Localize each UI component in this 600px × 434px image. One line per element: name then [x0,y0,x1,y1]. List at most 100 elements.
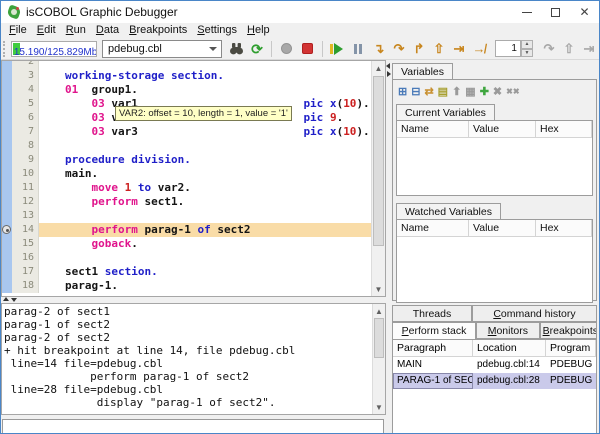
breakpoint-margin[interactable] [2,61,12,69]
code-line-14[interactable]: 14 perform parag-1 of sect2 [2,223,371,237]
menu-run[interactable]: Run [61,23,91,38]
column-header-value[interactable]: Value [469,220,536,237]
console-scrollbar-thumb[interactable] [374,318,384,358]
stop-button[interactable] [298,40,317,58]
toolbar-grip[interactable] [3,41,7,57]
table-cell[interactable]: PDEBUG [546,357,596,373]
skip-statement-icon[interactable]: ↛ [469,40,489,58]
menu-breakpoints[interactable]: Breakpoints [124,23,192,38]
code-line-3[interactable]: 3working-storage section. [2,69,371,83]
command-input[interactable] [2,419,384,434]
code-line-11[interactable]: 11 move 1 to var2. [2,181,371,195]
step-over-icon[interactable]: ↷ [389,40,409,58]
code-line-8[interactable]: 8 [2,139,371,153]
scroll-up-icon[interactable]: ▲ [372,61,385,75]
code-line-15[interactable]: 15 goback. [2,237,371,251]
menu-help[interactable]: Help [242,23,275,38]
breakpoint-margin[interactable] [2,167,12,181]
code-area[interactable]: 23working-storage section.401 group1.5 0… [2,61,371,296]
code-line-12[interactable]: 12 perform sect1. [2,195,371,209]
close-button[interactable]: ✕ [570,1,599,23]
table-cell[interactable]: pdebug.cbl:28 [473,373,546,389]
restart-button[interactable]: ⟳ [248,40,267,58]
run-to-cursor-icon[interactable]: ⇥ [449,40,469,58]
find-button[interactable] [227,40,246,58]
breakpoint-margin[interactable] [2,139,12,153]
breakpoint-margin[interactable] [2,69,12,83]
maximize-button[interactable] [541,1,570,23]
pause-button[interactable] [348,40,367,58]
chevron-down-icon[interactable] [205,47,221,51]
scroll-down-icon[interactable]: ▼ [372,282,385,296]
step-return-icon[interactable]: ⇧ [429,40,449,58]
breakpoint-margin[interactable] [2,265,12,279]
code-line-10[interactable]: 10main. [2,167,371,181]
monitor-variable-icon[interactable]: ▦ [465,87,475,98]
vertical-splitter[interactable] [386,60,392,433]
spinner-down-button[interactable]: ▼ [521,49,533,58]
minimize-button[interactable] [512,1,541,23]
tab-command-history[interactable]: Command history [472,305,597,322]
column-header-program[interactable]: Program [546,340,596,357]
step-count-spinner[interactable]: 1 ▲ ▼ [495,40,533,57]
table-row[interactable]: MAINpdebug.cbl:14PDEBUG [393,357,596,373]
step-out-icon[interactable]: ↱ [409,40,429,58]
column-header-name[interactable]: Name [397,121,469,138]
menu-edit[interactable]: Edit [32,23,61,38]
program-selector[interactable]: pdebug.cbl [102,40,222,58]
breakpoint-margin[interactable] [2,97,12,111]
remove-all-watches-icon[interactable]: ✖✖ [506,88,519,96]
editor-scrollbar-thumb[interactable] [373,76,384,246]
expand-all-icon[interactable]: ⊞ [398,87,407,98]
breakpoint-margin[interactable] [2,223,12,237]
column-header-hex[interactable]: Hex [536,220,592,237]
code-line-16[interactable]: 16 [2,251,371,265]
breakpoint-margin[interactable] [2,237,12,251]
tab-breakpoints[interactable]: Breakpoints [540,322,597,339]
column-header-name[interactable]: Name [397,220,469,237]
tab-watched-variables[interactable]: Watched Variables [396,203,501,219]
current-variables-table[interactable]: NameValueHex [396,120,593,196]
tab-perform-stack[interactable]: Perform stack [392,322,476,339]
code-line-17[interactable]: 17sect1 section. [2,265,371,279]
remove-watch-icon[interactable]: ✖ [493,87,502,98]
step-count-value[interactable]: 1 [495,40,521,57]
code-line-4[interactable]: 401 group1. [2,83,371,97]
breakpoint-margin[interactable] [2,153,12,167]
tab-variables[interactable]: Variables [392,63,453,79]
column-header-value[interactable]: Value [469,121,536,138]
breakpoint-margin[interactable] [2,181,12,195]
perform-stack-table[interactable]: ParagraphLocationProgram MAINpdebug.cbl:… [392,339,597,434]
code-editor[interactable]: 23working-storage section.401 group1.5 0… [1,60,386,297]
scroll-up-icon[interactable]: ▲ [373,304,385,318]
console-scrollbar[interactable]: ▲ ▼ [372,304,385,414]
column-header-location[interactable]: Location [473,340,546,357]
parent-group-icon[interactable]: ⬆ [452,87,461,98]
scroll-down-icon[interactable]: ▼ [373,400,385,414]
continue-button[interactable] [328,40,347,58]
breakpoint-margin[interactable] [2,195,12,209]
watched-variables-table[interactable]: NameValueHex [396,219,593,303]
table-row[interactable]: PARAG-1 of SECT2pdebug.cbl:28PDEBUG [393,373,596,389]
menu-data[interactable]: Data [91,23,124,38]
column-header-paragraph[interactable]: Paragraph [393,340,473,357]
breakpoint-margin[interactable] [2,279,12,293]
code-line-13[interactable]: 13 [2,209,371,223]
tab-threads[interactable]: Threads [392,305,472,322]
code-line-7[interactable]: 7 03 var3 pic x(10). [2,125,371,139]
breakpoint-margin[interactable] [2,125,12,139]
menu-settings[interactable]: Settings [192,23,242,38]
tab-current-variables[interactable]: Current Variables [396,104,495,120]
collapse-all-icon[interactable]: ⊟ [411,87,420,98]
editor-scrollbar[interactable]: ▲ ▼ [371,61,385,296]
code-line-9[interactable]: 9procedure division. [2,153,371,167]
breakpoint-margin[interactable] [2,251,12,265]
save-variables-icon[interactable]: ▤ [438,87,448,98]
table-cell[interactable]: pdebug.cbl:14 [473,357,546,373]
column-header-hex[interactable]: Hex [536,121,592,138]
refresh-variables-icon[interactable]: ⇄ [424,87,433,98]
spinner-up-button[interactable]: ▲ [521,40,533,49]
breakpoint-margin[interactable] [2,111,12,125]
breakpoint-margin[interactable] [2,209,12,223]
table-cell[interactable]: MAIN [393,357,473,373]
